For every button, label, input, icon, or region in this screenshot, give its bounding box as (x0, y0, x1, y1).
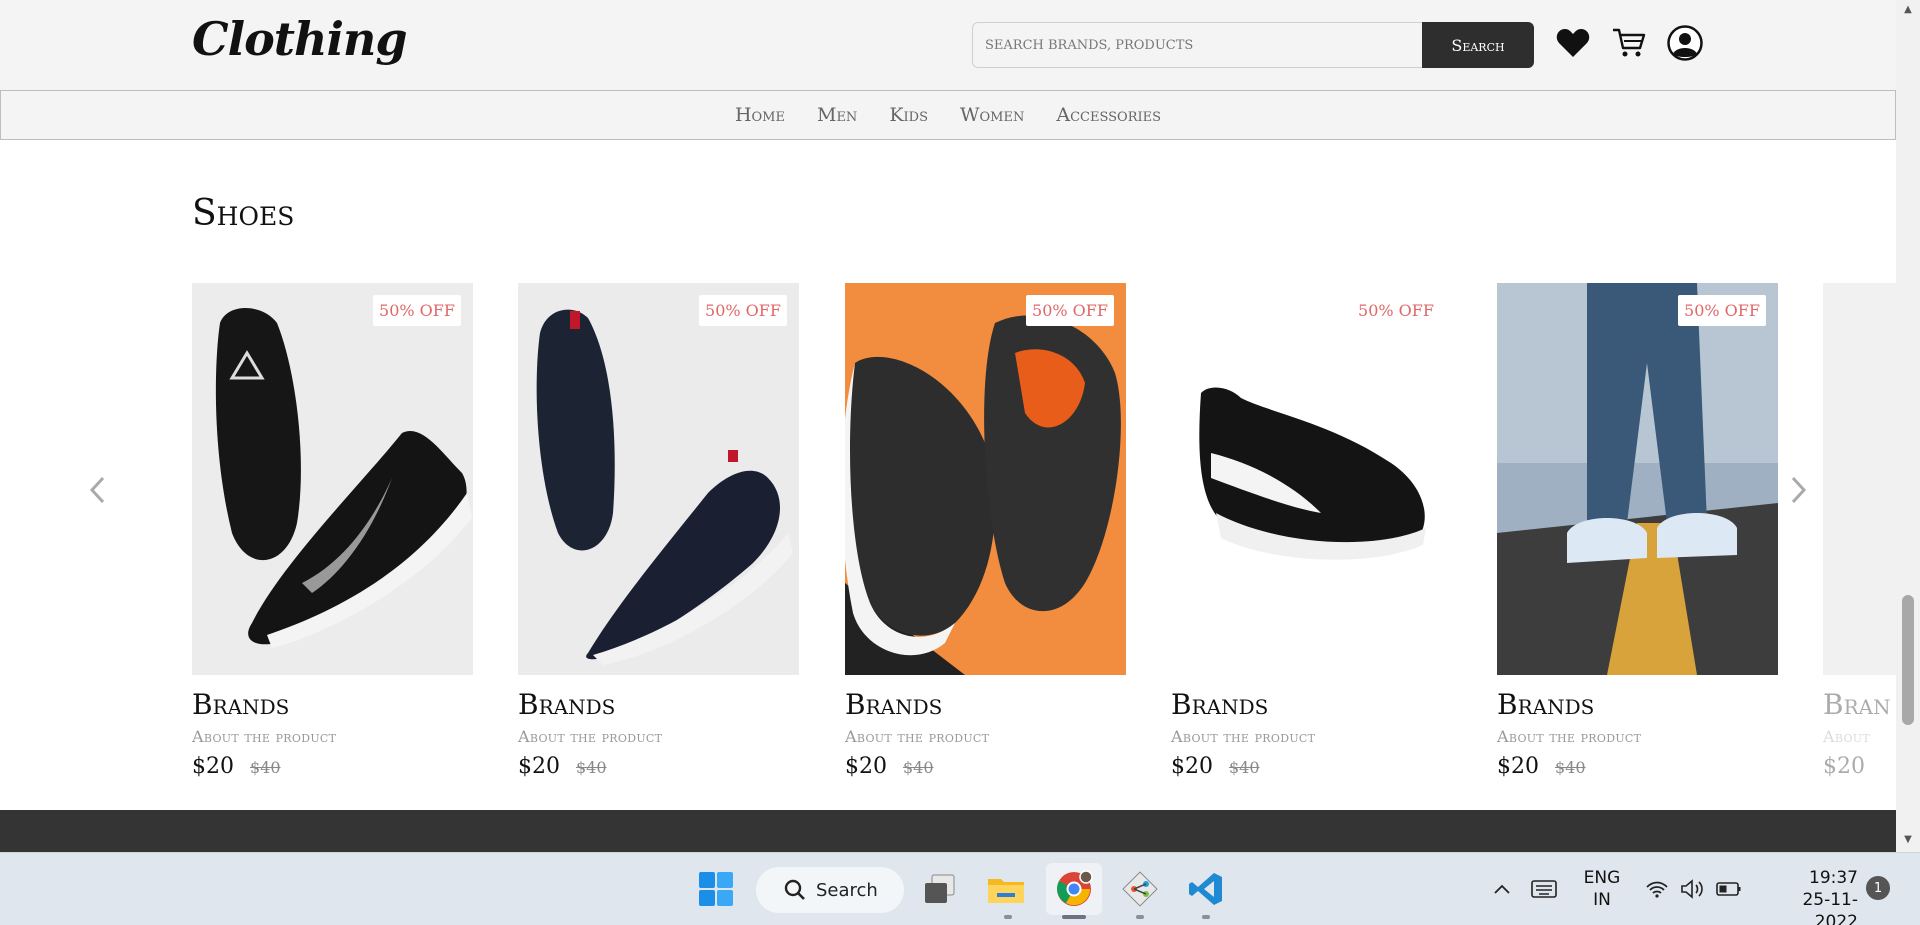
product-image[interactable]: 50% OFF (192, 283, 473, 675)
clock-time: 19:37 (1809, 868, 1858, 888)
page-scrollbar[interactable]: ▲ ▼ (1896, 0, 1920, 852)
product-price: $20 (1171, 754, 1213, 779)
product-about: About the product (845, 727, 990, 746)
product-image[interactable]: 50% OFF (1171, 283, 1452, 675)
search-bar: Search (972, 22, 1534, 68)
product-price: $20 (1823, 754, 1865, 779)
git-icon[interactable] (1114, 863, 1166, 915)
windows-start-icon[interactable] (690, 863, 742, 915)
discount-badge: 50% OFF (1026, 295, 1114, 326)
product-card[interactable]: 50% OFF Brands About the product $20 $40 (1497, 283, 1778, 779)
product-card[interactable]: 50% OFF Brands About the product $20 $40 (192, 283, 473, 779)
running-indicator (1202, 915, 1210, 919)
nav-item-men[interactable]: Men (801, 104, 873, 126)
footer-band (0, 810, 1896, 852)
product-price: $20 (845, 754, 887, 779)
vscode-icon[interactable] (1180, 863, 1232, 915)
taskbar-search[interactable]: Search (756, 867, 904, 913)
battery-icon[interactable] (1714, 863, 1744, 915)
product-old-price: $40 (1229, 758, 1260, 777)
nav-item-kids[interactable]: Kids (873, 104, 944, 126)
heart-icon[interactable] (1554, 24, 1592, 62)
product-image[interactable] (1823, 283, 1896, 675)
product-image[interactable]: 50% OFF (1497, 283, 1778, 675)
product-old-price: $40 (903, 758, 934, 777)
taskbar: Search ENG IN 19:37 25-11-2022 (0, 852, 1920, 925)
product-old-price: $40 (250, 758, 281, 777)
scroll-down-arrow[interactable]: ▼ (1902, 834, 1914, 846)
search-icon (784, 879, 805, 900)
language-code: ENG (1583, 868, 1621, 888)
region-code: IN (1593, 890, 1611, 910)
product-about: About the product (1171, 727, 1316, 746)
product-old-price: $40 (576, 758, 607, 777)
carousel-next-button[interactable] (1784, 470, 1814, 510)
site-logo[interactable]: Clothing (192, 12, 408, 66)
cart-icon[interactable] (1610, 24, 1648, 62)
scroll-thumb[interactable] (1902, 595, 1914, 725)
discount-badge: 50% OFF (1678, 295, 1766, 326)
product-brand[interactable]: Bran (1823, 688, 1896, 721)
chevron-left-icon (89, 476, 105, 504)
user-icon[interactable] (1666, 24, 1704, 62)
language-indicator[interactable]: ENG IN (1578, 867, 1626, 911)
clock[interactable]: 19:37 25-11-2022 (1760, 867, 1858, 925)
scroll-up-arrow[interactable]: ▲ (1902, 4, 1914, 16)
product-brand[interactable]: Brands (1497, 688, 1778, 721)
product-image[interactable]: 50% OFF (518, 283, 799, 675)
product-card[interactable]: 50% OFF Brands About the product $20 $40 (518, 283, 799, 779)
product-card[interactable]: Bran About $20 (1823, 283, 1896, 779)
nav-item-women[interactable]: Women (944, 104, 1040, 126)
product-price: $20 (192, 754, 234, 779)
main-nav: Home Men Kids Women Accessories (0, 90, 1896, 140)
clock-date: 25-11-2022 (1802, 890, 1858, 925)
site-header: Clothing Search (0, 0, 1896, 90)
discount-badge: 50% OFF (373, 295, 461, 326)
product-brand[interactable]: Brands (1171, 688, 1452, 721)
product-old-price: $40 (1555, 758, 1586, 777)
nav-item-accessories[interactable]: Accessories (1040, 104, 1177, 126)
search-button[interactable]: Search (1422, 22, 1534, 68)
file-explorer-icon[interactable] (980, 863, 1032, 915)
discount-badge: 50% OFF (1352, 295, 1440, 326)
task-view-icon[interactable] (914, 863, 966, 915)
volume-icon[interactable] (1678, 863, 1708, 915)
running-indicator (1136, 915, 1144, 919)
product-card[interactable]: 50% OFF Brands About the product $20 $40 (1171, 283, 1452, 779)
product-brand[interactable]: Brands (845, 688, 1126, 721)
chevron-right-icon (1791, 476, 1807, 504)
active-indicator (1062, 915, 1086, 919)
carousel-prev-button[interactable] (82, 470, 112, 510)
product-brand[interactable]: Brands (192, 688, 473, 721)
product-image[interactable]: 50% OFF (845, 283, 1126, 675)
wifi-icon[interactable] (1642, 863, 1672, 915)
product-brand[interactable]: Brands (518, 688, 799, 721)
search-input[interactable] (972, 22, 1424, 68)
keyboard-icon[interactable] (1528, 863, 1560, 915)
section-title: Shoes (192, 193, 295, 234)
discount-badge: 50% OFF (699, 295, 787, 326)
chrome-icon[interactable] (1046, 863, 1102, 915)
product-price: $20 (518, 754, 560, 779)
product-about: About the product (192, 727, 337, 746)
chevron-up-icon[interactable] (1488, 863, 1516, 915)
product-price: $20 (1497, 754, 1539, 779)
nav-item-home[interactable]: Home (719, 104, 801, 126)
product-card[interactable]: 50% OFF Brands About the product $20 $40 (845, 283, 1126, 779)
taskbar-search-label: Search (816, 879, 878, 901)
product-about: About the product (1497, 727, 1642, 746)
product-about: About (1823, 727, 1870, 746)
running-indicator (1004, 915, 1012, 919)
product-about: About the product (518, 727, 663, 746)
notification-badge[interactable]: 1 (1866, 876, 1890, 900)
